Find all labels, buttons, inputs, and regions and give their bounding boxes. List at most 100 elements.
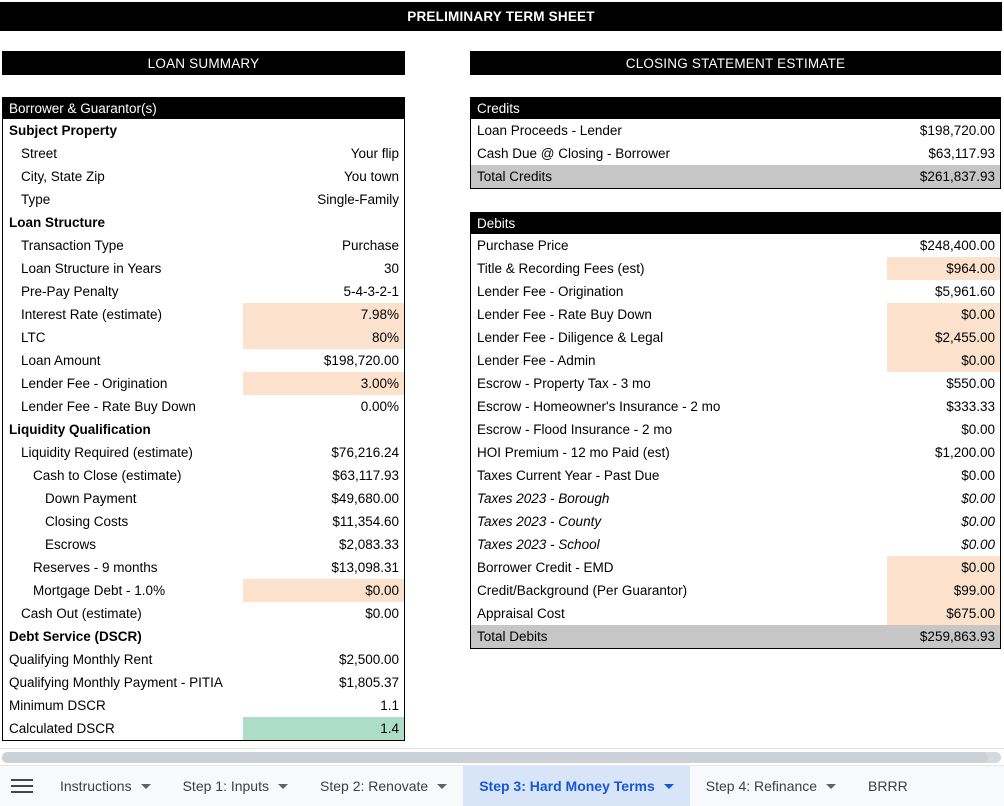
hamburger-menu-icon[interactable] [0,766,44,806]
sheet-tab-label: Step 4: Refinance [705,778,818,794]
table-row[interactable]: Liquidity Qualification [3,418,404,441]
row-value: $964.00 [946,261,995,276]
table-row[interactable]: City, State Zip You town [3,165,404,188]
table-row[interactable]: Closing Costs $11,354.60 [3,510,404,533]
table-row[interactable]: Lender Fee - Origination $5,961.60 [471,280,1000,303]
table-row[interactable]: Transaction Type Purchase [3,234,404,257]
row-value: $0.00 [961,307,995,322]
row-label: Title & Recording Fees (est) [477,261,645,276]
row-label: Lender Fee - Diligence & Legal [477,330,664,345]
row-label: Liquidity Qualification [9,422,151,437]
row-value: $198,720.00 [323,353,399,368]
horizontal-scrollbar-track[interactable] [2,752,1001,763]
chevron-down-icon[interactable] [278,783,288,789]
row-value: $0.00 [961,353,995,368]
row-label: Purchase Price [477,238,569,253]
spreadsheet-canvas: PRELIMINARY TERM SHEET LOAN SUMMARY CLOS… [0,0,1004,748]
sheet-tab-label: Step 2: Renovate [320,778,429,794]
row-label: Subject Property [9,123,118,138]
row-label: Interest Rate (estimate) [21,307,163,322]
table-row[interactable]: Purchase Price $248,400.00 [471,234,1000,257]
table-row[interactable]: Cash Out (estimate) $0.00 [3,602,404,625]
row-label: Appraisal Cost [477,606,565,621]
row-label: City, State Zip [21,169,105,184]
sheet-tab-step-4-refinance[interactable]: Step 4: Refinance [690,766,852,806]
sheet-tab-step-2-renovate[interactable]: Step 2: Renovate [304,766,463,806]
sheet-tab-step-1-inputs[interactable]: Step 1: Inputs [167,766,304,806]
table-row[interactable]: Debt Service (DSCR) [3,625,404,648]
row-label: Mortgage Debt - 1.0% [33,583,166,598]
table-row[interactable]: Qualifying Monthly Payment - PITIA $1,805… [3,671,404,694]
row-value: $0.00 [365,583,399,598]
chevron-down-icon[interactable] [663,783,674,789]
row-value: $0.00 [961,560,995,575]
row-value: $5,961.60 [934,284,995,299]
sheet-tab-instructions[interactable]: Instructions [44,766,167,806]
table-row[interactable]: Taxes 2023 - County $0.00 [471,510,1000,533]
table-row[interactable]: Taxes 2023 - School $0.00 [471,533,1000,556]
horizontal-scrollbar[interactable] [0,748,1004,766]
credits-table-header-label: Credits [477,101,520,116]
table-row[interactable]: Escrows $2,083.33 [3,533,404,556]
table-row[interactable]: Type Single-Family [3,188,404,211]
table-row[interactable]: Pre-Pay Penalty 5-4-3-2-1 [3,280,404,303]
row-value: $49,680.00 [331,491,399,506]
row-label: Cash Out (estimate) [21,606,142,621]
page-title-banner: PRELIMINARY TERM SHEET [0,2,1002,31]
table-row[interactable]: Lender Fee - Rate Buy Down 0.00% [3,395,404,418]
table-row[interactable]: HOI Premium - 12 mo Paid (est) $1,200.00 [471,441,1000,464]
table-row[interactable]: Escrow - Property Tax - 3 mo $550.00 [471,372,1000,395]
row-label: Escrows [45,537,97,552]
section-header-loan-summary: LOAN SUMMARY [2,51,405,75]
row-value: 1.4 [380,721,399,736]
chevron-down-icon[interactable] [140,783,151,789]
table-row[interactable]: Reserves - 9 months $13,098.31 [3,556,404,579]
table-row[interactable]: Loan Proceeds - Lender $198,720.00 [471,119,1000,142]
table-row[interactable]: Total Credits $261,837.93 [471,165,1000,188]
table-row[interactable]: Loan Structure in Years 30 [3,257,404,280]
row-value: $248,400.00 [919,238,995,253]
table-row[interactable]: Taxes Current Year - Past Due $0.00 [471,464,1000,487]
row-value: $198,720.00 [919,123,995,138]
row-label: Lender Fee - Origination [21,376,168,391]
row-value: 0.00% [360,399,399,414]
credits-rows: Loan Proceeds - Lender $198,720.00 Cash Du… [471,119,1000,188]
table-row[interactable]: Qualifying Monthly Rent $2,500.00 [3,648,404,671]
table-row[interactable]: Street Your flip [3,142,404,165]
sheet-tab-step-3-hard-money-terms[interactable]: Step 3: Hard Money Terms [463,766,690,806]
table-row[interactable]: Taxes 2023 - Borough $0.00 [471,487,1000,510]
row-value: $1,805.37 [338,675,399,690]
table-row[interactable]: Total Debits $259,863.93 [471,625,1000,648]
table-row[interactable]: Cash Due @ Closing - Borrower $63,117.93 [471,142,1000,165]
table-row[interactable]: Loan Amount $198,720.00 [3,349,404,372]
table-row[interactable]: Subject Property [3,119,404,142]
table-row[interactable]: Escrow - Flood Insurance - 2 mo $0.00 [471,418,1000,441]
table-row[interactable]: Loan Structure [3,211,404,234]
row-value: $13,098.31 [331,560,399,575]
chevron-down-icon[interactable] [437,783,448,789]
table-row[interactable]: Down Payment $49,680.00 [3,487,404,510]
table-row[interactable]: Escrow - Homeowner's Insurance - 2 mo $33… [471,395,1000,418]
row-value: 1.1 [380,698,399,713]
sheet-tab-brrr[interactable]: BRRR [852,766,924,806]
row-label: Debt Service (DSCR) [9,629,142,644]
debits-table-header-label: Debits [477,216,516,231]
table-row[interactable]: Cash to Close (estimate) $63,117.93 [3,464,404,487]
horizontal-scrollbar-thumb[interactable] [2,752,988,763]
row-value: $63,117.93 [332,468,399,483]
row-value: 3.00% [360,376,399,391]
row-value: Single-Family [317,192,399,207]
sheet-tab-label: Instructions [60,778,132,794]
row-label: Taxes Current Year - Past Due [477,468,660,483]
row-label: Loan Proceeds - Lender [477,123,622,138]
loan-summary-rows: Subject Property Street Your flip City, Sta… [3,119,404,740]
row-value: $63,117.93 [928,146,995,161]
row-label: Qualifying Monthly Rent [9,652,153,667]
table-row[interactable]: Minimum DSCR 1.1 [3,694,404,717]
loan-summary-table-header: Borrower & Guarantor(s) [3,98,404,119]
debits-rows: Purchase Price $248,400.00 Title & Recordi… [471,234,1000,648]
row-value: 5-4-3-2-1 [343,284,399,299]
chevron-down-icon[interactable] [826,783,837,789]
row-value: $333.33 [946,399,995,414]
table-row[interactable]: Liquidity Required (estimate) $76,216.24 [3,441,404,464]
